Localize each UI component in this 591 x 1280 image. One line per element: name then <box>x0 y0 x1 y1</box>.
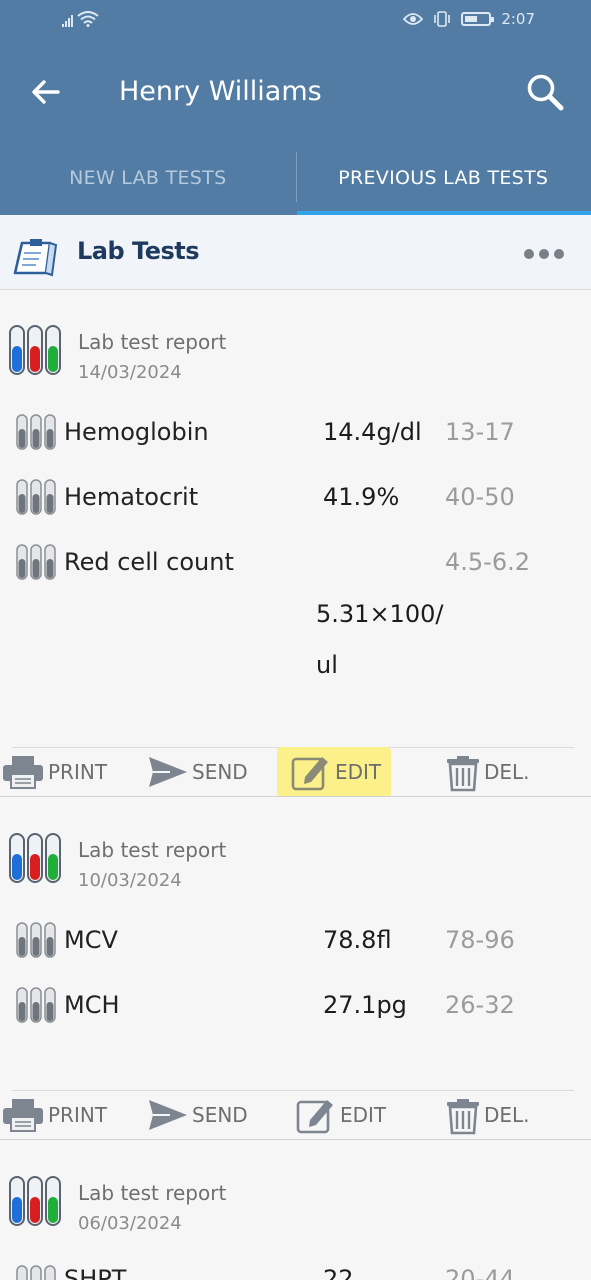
print-label: PRINT <box>48 760 108 784</box>
send-label: SEND <box>192 760 248 784</box>
report-title: Lab test report <box>78 1181 227 1205</box>
wifi-icon <box>77 11 99 27</box>
test-tubes-gray-icon <box>16 1265 56 1280</box>
trash-icon <box>447 1099 479 1135</box>
report-actions: PRINT SEND EDIT DEL. <box>0 1090 591 1140</box>
report-date: 14/03/2024 <box>78 362 182 383</box>
section-title: Lab Tests <box>77 237 200 265</box>
edit-icon <box>291 757 328 791</box>
patient-name-title: Henry Williams <box>119 76 322 107</box>
printer-icon <box>3 756 43 789</box>
status-time: 2:07 <box>501 10 535 28</box>
test-name: Red cell count <box>64 548 234 576</box>
test-range: 20-44 <box>445 1265 515 1280</box>
test-value: 22 <box>323 1265 354 1280</box>
app-screen: 2:07 Henry Williams NEW LAB TESTS PREVIO… <box>0 0 591 1280</box>
test-range: 13-17 <box>445 418 515 446</box>
divider <box>0 796 591 797</box>
tab-divider <box>296 152 297 202</box>
app-bar: Henry Williams <box>0 44 591 140</box>
delete-label: DEL. <box>484 1103 530 1127</box>
status-bar: 2:07 <box>0 0 591 44</box>
lab-report-card: Lab test report 06/03/2024 SHPT 22 20-44 <box>0 1141 591 1280</box>
test-value: 27.1pg <box>323 991 407 1019</box>
edit-button[interactable]: EDIT <box>277 747 392 797</box>
test-range: 4.5-6.2 <box>445 548 530 576</box>
lab-report-card: Lab test report 10/03/2024 MCV 78.8fl 78… <box>0 798 591 1141</box>
test-tubes-color-icon <box>9 325 61 375</box>
delete-button[interactable]: DEL. <box>446 747 530 797</box>
report-title: Lab test report <box>78 330 227 354</box>
tab-label: PREVIOUS LAB TESTS <box>338 166 549 189</box>
test-tubes-color-icon <box>9 833 61 883</box>
test-value: 41.9% <box>323 483 400 511</box>
lab-report-card: Lab test report 14/03/2024 Hemoglobin 14… <box>0 290 591 798</box>
edit-label: EDIT <box>335 760 382 784</box>
print-button[interactable]: PRINT <box>2 747 107 797</box>
send-icon <box>149 1100 187 1130</box>
print-label: PRINT <box>48 1103 108 1127</box>
test-tubes-gray-icon <box>16 414 56 450</box>
send-icon <box>149 757 187 787</box>
arrow-left-icon[interactable] <box>28 74 64 110</box>
edit-icon <box>296 1100 333 1134</box>
clipboard-icon <box>13 239 58 277</box>
edit-label: EDIT <box>340 1103 387 1127</box>
section-header: Lab Tests <box>0 215 591 290</box>
trash-icon <box>447 756 479 792</box>
test-value: 78.8fl <box>323 926 392 954</box>
report-date: 10/03/2024 <box>78 870 182 891</box>
battery-icon <box>461 12 495 26</box>
signal-icon <box>62 13 73 27</box>
test-tubes-gray-icon <box>16 479 56 515</box>
test-value: 14.4g/dl <box>323 418 422 446</box>
delete-button[interactable]: DEL. <box>446 1090 530 1140</box>
test-name: Hemoglobin <box>64 418 209 446</box>
system-indicators: 2:07 <box>403 10 535 28</box>
test-range: 40-50 <box>445 483 515 511</box>
send-button[interactable]: SEND <box>148 747 248 797</box>
tab-label: NEW LAB TESTS <box>69 166 227 189</box>
eye-comfort-icon <box>403 13 424 25</box>
test-name: Hematocrit <box>64 483 199 511</box>
report-actions: PRINT SEND EDIT DEL. <box>0 747 591 797</box>
more-horizontal-icon[interactable] <box>524 249 564 259</box>
test-range: 78-96 <box>445 926 515 954</box>
print-button[interactable]: PRINT <box>2 1090 107 1140</box>
network-indicators <box>62 11 99 27</box>
divider <box>0 1139 591 1140</box>
tab-new-lab-tests[interactable]: NEW LAB TESTS <box>0 140 296 215</box>
test-tubes-gray-icon <box>16 987 56 1023</box>
send-label: SEND <box>192 1103 248 1127</box>
send-button[interactable]: SEND <box>148 1090 248 1140</box>
test-tubes-color-icon <box>9 1176 61 1226</box>
test-name: MCV <box>64 926 118 954</box>
test-name: SHPT <box>64 1265 127 1280</box>
test-range: 26-32 <box>445 991 515 1019</box>
test-value: 5.31×100/ul <box>316 600 444 679</box>
test-tubes-gray-icon <box>16 544 56 580</box>
tab-previous-lab-tests[interactable]: PREVIOUS LAB TESTS <box>296 140 591 215</box>
edit-button[interactable]: EDIT <box>296 1090 386 1140</box>
printer-icon <box>3 1099 43 1132</box>
report-title: Lab test report <box>78 838 227 862</box>
delete-label: DEL. <box>484 760 530 784</box>
report-date: 06/03/2024 <box>78 1213 182 1234</box>
search-icon[interactable] <box>524 72 566 114</box>
test-name: MCH <box>64 991 120 1019</box>
test-tubes-gray-icon <box>16 922 56 958</box>
vibrate-icon <box>434 11 451 27</box>
